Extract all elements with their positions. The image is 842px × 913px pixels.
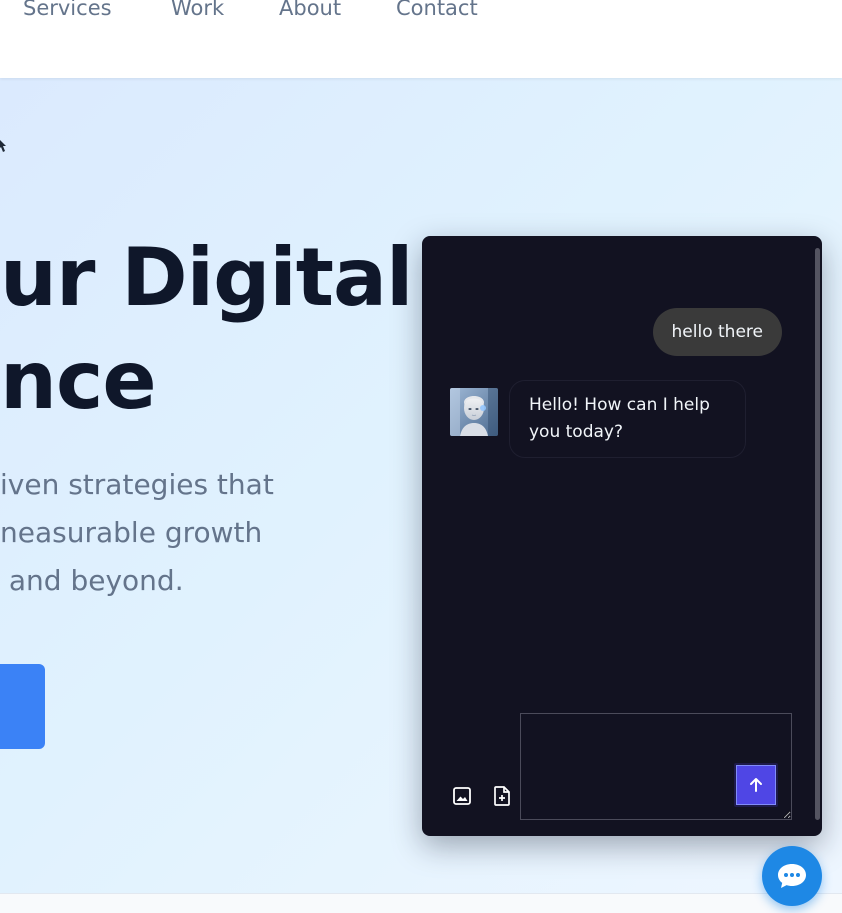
nav-link-contact[interactable]: Contact: [396, 0, 478, 22]
hero-subtitle: iven strategies that neasurable growth a…: [0, 461, 274, 605]
chat-scrollbar[interactable]: [815, 248, 820, 820]
footer-strip: [0, 893, 842, 913]
chat-launcher-button[interactable]: [762, 846, 822, 906]
chat-panel: hello there Hello! How can I help you to…: [422, 236, 822, 836]
nav-link-work[interactable]: Work: [171, 0, 224, 22]
cursor-icon: [0, 140, 6, 152]
file-add-button[interactable]: [490, 784, 514, 808]
site-header: Services Work About Contact: [0, 0, 842, 78]
image-upload-icon: [453, 787, 471, 805]
hero-subtitle-line: neasurable growth: [0, 516, 263, 549]
image-upload-button[interactable]: [450, 784, 474, 808]
arrow-up-icon: [750, 778, 762, 792]
send-button[interactable]: [734, 763, 778, 807]
hero-cta-button[interactable]: [0, 664, 45, 749]
nav-link-services[interactable]: Services: [23, 0, 112, 22]
hero-heading: ur Digital nce: [0, 226, 413, 432]
robot-avatar-icon: [450, 388, 498, 436]
hero-heading-line: ur Digital: [0, 231, 413, 324]
hero-subtitle-line: and beyond.: [0, 564, 184, 597]
hero-subtitle-line: iven strategies that: [0, 468, 274, 501]
assistant-message: Hello! How can I help you today?: [509, 380, 746, 458]
nav-link-about[interactable]: About: [279, 0, 341, 22]
robot-avatar: [450, 388, 498, 436]
file-add-icon: [494, 786, 510, 806]
user-message: hello there: [652, 308, 782, 356]
hero-heading-line: nce: [0, 334, 157, 427]
chat-bubble-icon: [778, 864, 806, 888]
